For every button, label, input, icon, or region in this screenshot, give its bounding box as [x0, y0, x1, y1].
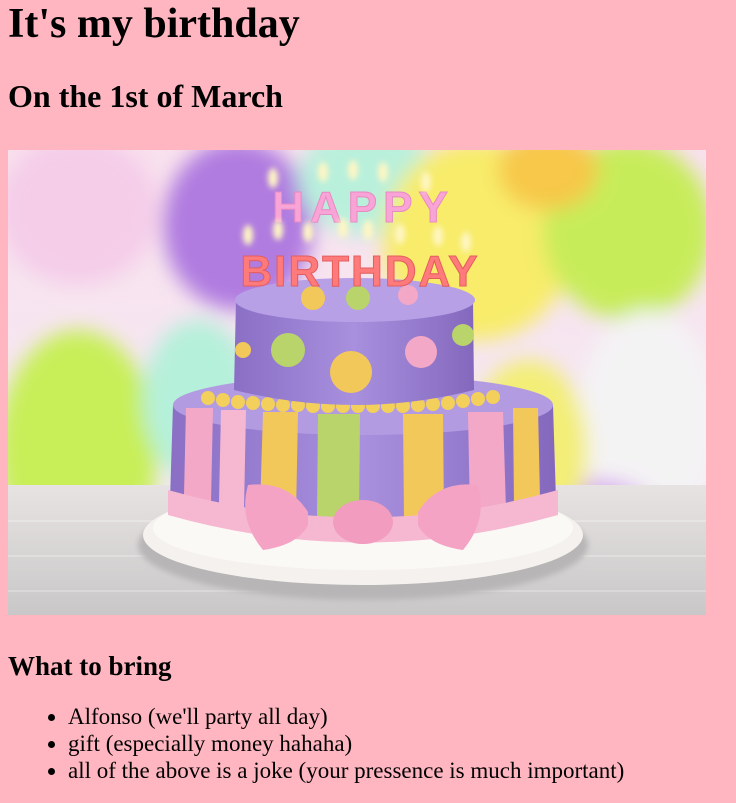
what-to-bring-heading: What to bring — [8, 651, 172, 681]
list-item: all of the above is a joke (your pressen… — [68, 757, 728, 784]
page-title: It's my birthday — [8, 1, 300, 47]
bring-list: Alfonso (we'll party all day) gift (espe… — [8, 703, 728, 784]
page: It's my birthday On the 1st of March HAP… — [0, 0, 736, 784]
birthday-cake-illustration: HAPPY BIRTHDAY — [8, 150, 706, 615]
list-item: gift (especially money hahaha) — [68, 730, 728, 757]
list-item: Alfonso (we'll party all day) — [68, 703, 728, 730]
candles-birthday-text: BIRTHDAY — [240, 247, 479, 296]
party-date-heading: On the 1st of March — [8, 78, 283, 114]
birthday-cake-image: HAPPY BIRTHDAY — [8, 150, 706, 615]
